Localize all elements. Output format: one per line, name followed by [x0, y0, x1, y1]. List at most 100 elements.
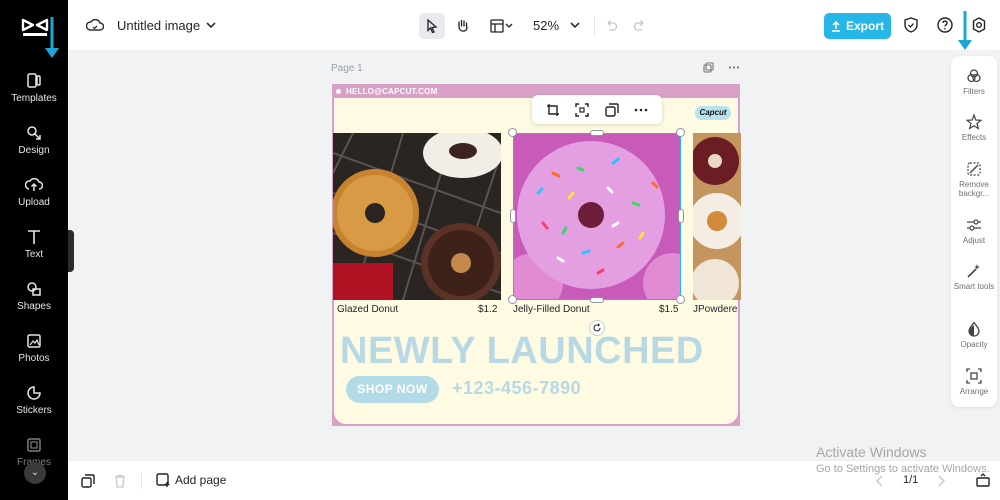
panel-item-arrange[interactable]: Arrange: [951, 368, 997, 396]
panel-item-smart-tools[interactable]: Smart tools: [951, 263, 997, 291]
undo-icon: [607, 20, 618, 31]
product-price[interactable]: $1.2: [478, 304, 497, 315]
activate-windows-subtitle: Go to Settings to activate Windows.: [816, 463, 990, 475]
collapse-menu-button[interactable]: ⌄: [24, 462, 46, 484]
annotation-arrow-down-icon: [45, 17, 59, 58]
resize-handle-top-left[interactable]: [508, 128, 517, 137]
sidebar-item-design[interactable]: Design: [0, 124, 68, 156]
resize-handle-bottom[interactable]: [590, 297, 604, 303]
sidebar-item-photos[interactable]: Photos: [0, 332, 68, 364]
bullet-icon: [336, 89, 341, 94]
toolbar-divider: [594, 16, 595, 36]
page-label: Page 1: [331, 63, 363, 74]
phone-number-text[interactable]: +123-456-7890: [452, 378, 581, 399]
chevron-right-icon[interactable]: [937, 475, 945, 487]
undo-button[interactable]: [598, 13, 624, 39]
add-page-icon[interactable]: [156, 473, 171, 488]
filters-icon: [967, 69, 981, 83]
page-actions: [703, 62, 740, 73]
sidebar-item-upload[interactable]: Upload: [0, 176, 68, 208]
photos-icon: [27, 334, 41, 348]
chevron-down-icon[interactable]: [570, 21, 580, 29]
panel-item-filters[interactable]: Filters: [951, 68, 997, 96]
panel-item-label: Effects: [961, 133, 987, 142]
remove-background-icon: [967, 162, 981, 176]
email-text[interactable]: HELLO@CAPCUT.COM: [346, 87, 437, 96]
selection-box[interactable]: [513, 133, 681, 300]
duplicate-page-icon[interactable]: [703, 62, 714, 73]
panel-item-label: Adjust: [962, 236, 986, 245]
powdered-donut-photo[interactable]: [693, 133, 741, 300]
hand-tool-button[interactable]: [450, 13, 476, 39]
glazed-donut-photo[interactable]: [333, 133, 501, 300]
headline-text[interactable]: NEWLY LAUNCHED: [340, 330, 704, 373]
crop-icon[interactable]: [546, 103, 560, 117]
sidebar-item-label: Templates: [11, 93, 57, 104]
layout-icon: [490, 19, 513, 33]
help-icon[interactable]: [937, 17, 953, 33]
panel-item-label: Smart tools: [953, 282, 995, 291]
sidebar-collapse-handle[interactable]: [68, 230, 74, 272]
resize-handle-bottom-right[interactable]: [676, 295, 685, 304]
arrange-icon: [966, 368, 982, 384]
resize-handle-top[interactable]: [590, 130, 604, 136]
sidebar-item-text[interactable]: Text: [0, 228, 68, 260]
chevron-left-icon[interactable]: [876, 475, 884, 487]
add-page-button[interactable]: Add page: [175, 473, 226, 487]
resize-handle-bottom-left[interactable]: [508, 295, 517, 304]
export-button[interactable]: Export: [824, 13, 891, 39]
right-property-panel: Filters Effects Remove backgr... Adjust …: [951, 56, 997, 407]
sidebar-item-label: Design: [18, 145, 50, 156]
more-options-icon[interactable]: [634, 103, 648, 117]
hand-icon: [458, 19, 468, 32]
shop-now-element[interactable]: SHOP NOW: [346, 376, 439, 403]
sidebar-item-label: Photos: [18, 353, 50, 364]
left-sidebar: Templates Design Upload Text Shapes Phot…: [0, 0, 68, 500]
export-label: Export: [845, 19, 884, 33]
product-name[interactable]: Glazed Donut: [337, 304, 398, 315]
panel-item-remove-background[interactable]: Remove backgr...: [951, 161, 997, 198]
effects-icon: [966, 114, 982, 130]
redo-button[interactable]: [627, 13, 653, 39]
expand-panel-icon[interactable]: [976, 473, 990, 487]
product-name[interactable]: Jelly-Filled Donut: [513, 304, 590, 315]
zoom-level[interactable]: 52%: [533, 18, 559, 33]
resize-handle-top-right[interactable]: [676, 128, 685, 137]
design-icon: [27, 126, 41, 140]
cloud-sync-icon[interactable]: [86, 17, 104, 33]
text-icon: [28, 230, 40, 244]
replace-icon[interactable]: [575, 102, 589, 117]
sidebar-item-label: Stickers: [16, 405, 52, 416]
smart-tools-icon: [967, 264, 980, 278]
sidebar-item-templates[interactable]: Templates: [0, 72, 68, 104]
panel-item-effects[interactable]: Effects: [951, 114, 997, 142]
duplicate-icon[interactable]: [605, 102, 619, 117]
sidebar-item-stickers[interactable]: Stickers: [0, 384, 68, 416]
panel-item-label: Filters: [963, 87, 985, 96]
templates-icon: [27, 73, 41, 88]
product-name[interactable]: JPowdere: [693, 304, 741, 315]
sidebar-item-shapes[interactable]: Shapes: [0, 280, 68, 312]
powdered-donut-image: [693, 133, 741, 300]
more-options-icon[interactable]: [728, 62, 740, 73]
trash-icon[interactable]: [114, 474, 126, 488]
select-tool-button[interactable]: [419, 13, 445, 39]
bottom-divider: [141, 473, 142, 489]
layers-icon[interactable]: [81, 474, 95, 488]
chevron-down-icon[interactable]: [206, 21, 216, 29]
cursor-icon: [427, 19, 438, 33]
rotate-handle[interactable]: [589, 320, 605, 336]
resize-handle-right[interactable]: [678, 209, 684, 223]
panel-item-adjust[interactable]: Adjust: [951, 217, 997, 245]
panel-item-opacity[interactable]: Opacity: [951, 321, 997, 349]
resize-handle-left[interactable]: [510, 209, 516, 223]
layout-dropdown-button[interactable]: [484, 13, 520, 39]
redo-icon: [633, 20, 644, 31]
shield-icon[interactable]: [904, 17, 918, 33]
activate-windows-title: Activate Windows: [816, 444, 927, 460]
brand-badge[interactable]: Capcut: [695, 106, 731, 120]
document-title[interactable]: Untitled image: [117, 18, 200, 33]
adjust-icon: [967, 219, 981, 231]
product-price[interactable]: $1.5: [659, 304, 678, 315]
page-counter: 1/1: [903, 474, 919, 486]
